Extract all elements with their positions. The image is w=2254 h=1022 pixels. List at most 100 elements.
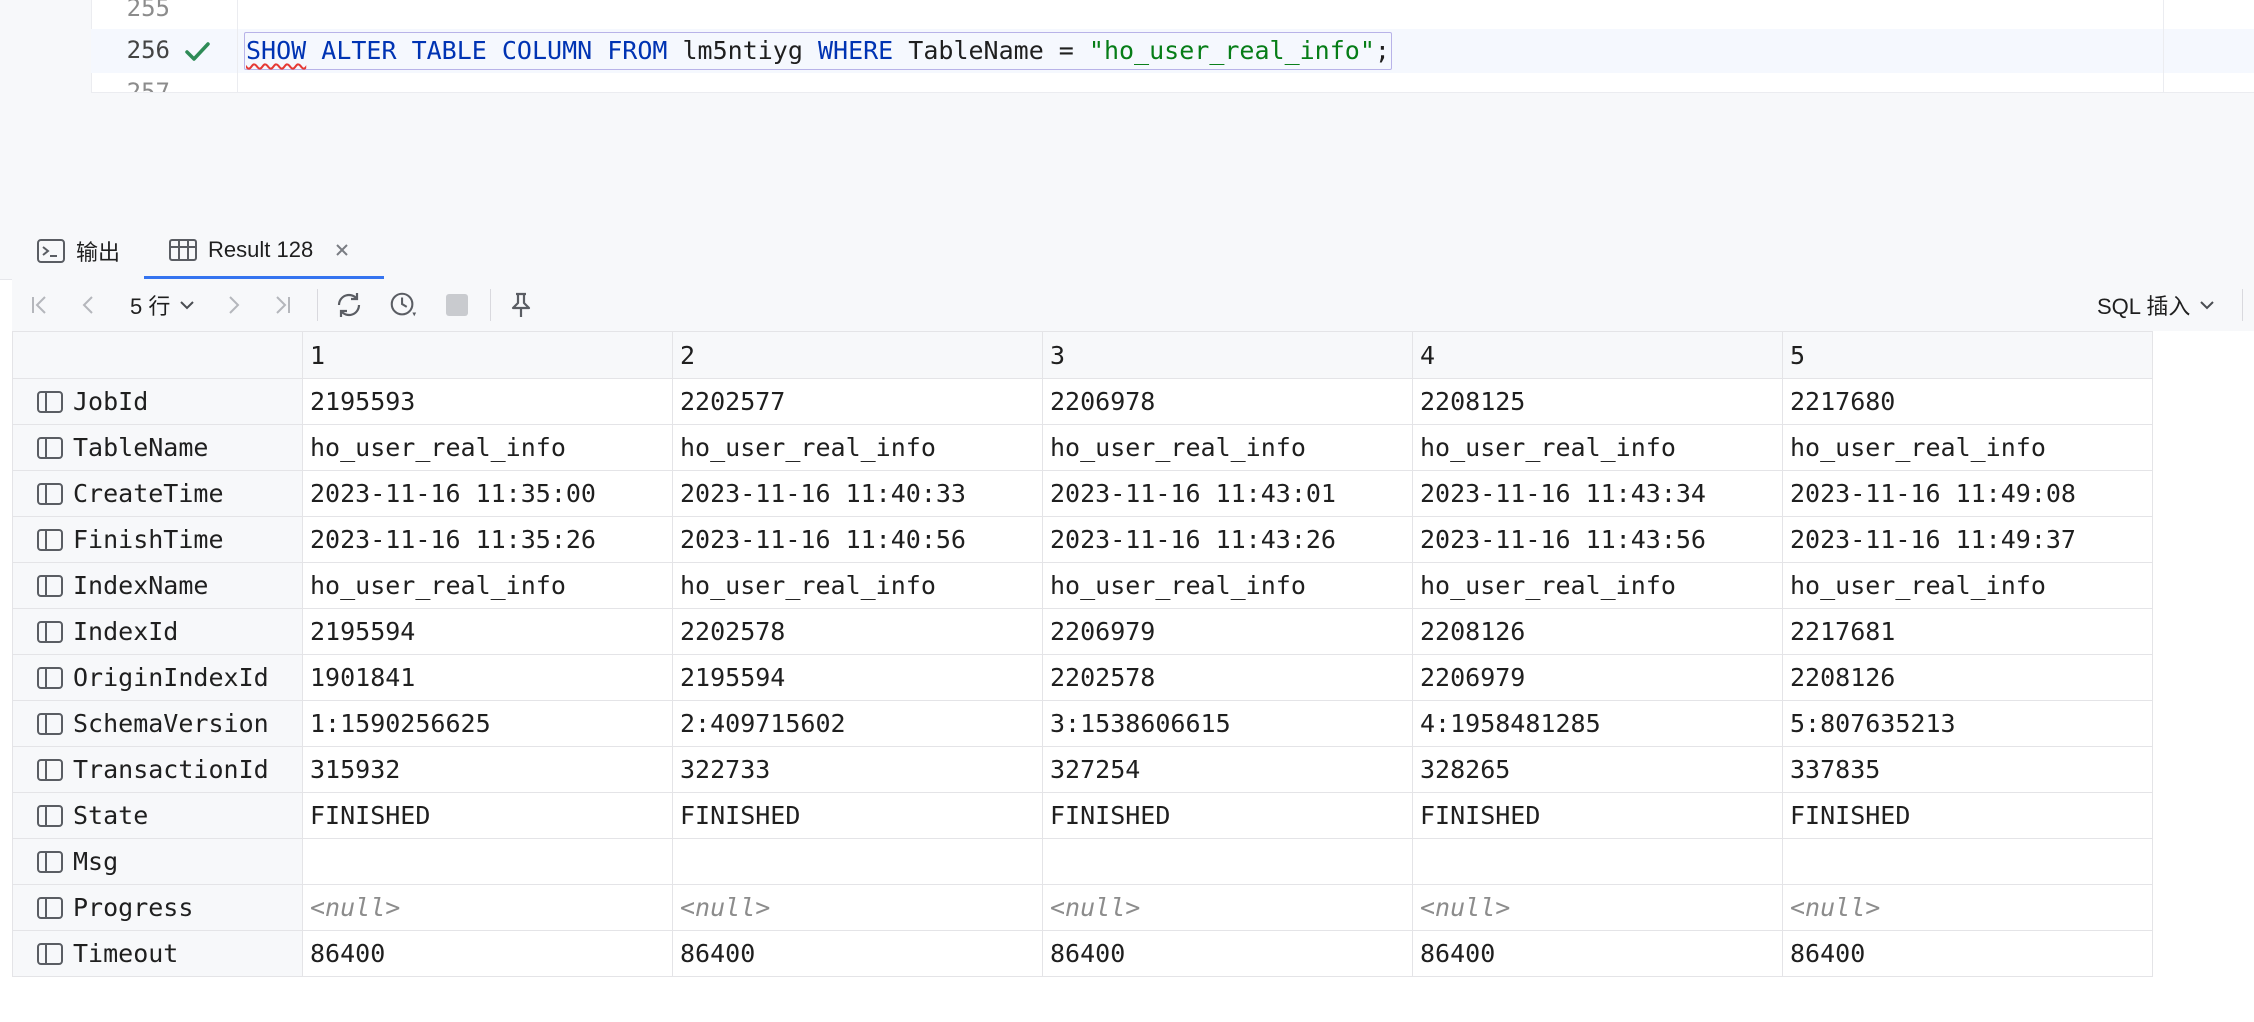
table-cell[interactable]: 2208125 — [1412, 378, 1783, 425]
table-cell[interactable]: ho_user_real_info — [1782, 562, 2153, 609]
table-cell[interactable]: 2208126 — [1412, 608, 1783, 655]
sql-editor[interactable]: 255 256 257 SHOW ALTER TABLE COLUMN FROM… — [0, 0, 2254, 142]
row-expand-icon[interactable] — [36, 434, 64, 462]
close-icon[interactable] — [331, 239, 353, 261]
table-cell[interactable]: 5:807635213 — [1782, 700, 2153, 747]
next-page-icon[interactable] — [218, 290, 248, 320]
table-cell[interactable]: ho_user_real_info — [1412, 562, 1783, 609]
table-cell[interactable]: FINISHED — [672, 792, 1043, 839]
stop-icon[interactable] — [442, 290, 472, 320]
table-cell[interactable]: 2023-11-16 11:40:56 — [672, 516, 1043, 563]
table-cell[interactable]: ho_user_real_info — [1782, 424, 2153, 471]
row-header[interactable]: TransactionId — [12, 746, 303, 793]
table-cell[interactable]: ho_user_real_info — [302, 424, 673, 471]
table-cell[interactable]: 1901841 — [302, 654, 673, 701]
row-expand-icon[interactable] — [36, 526, 64, 554]
table-cell[interactable]: ho_user_real_info — [672, 562, 1043, 609]
table-cell[interactable]: 2202578 — [1042, 654, 1413, 701]
table-cell[interactable]: 2202578 — [672, 608, 1043, 655]
table-cell[interactable]: FINISHED — [1782, 792, 2153, 839]
table-cell[interactable]: 86400 — [1412, 930, 1783, 977]
result-grid[interactable]: 12345 JobId 2195593 2202577 2206978 2208125 2… — [12, 331, 2254, 1022]
table-cell[interactable]: FINISHED — [1412, 792, 1783, 839]
row-header[interactable]: OriginIndexId — [12, 654, 303, 701]
tab-result[interactable]: Result 128 — [144, 223, 384, 279]
sql-statement[interactable]: SHOW ALTER TABLE COLUMN FROM lm5ntiyg WH… — [244, 32, 1392, 70]
table-cell[interactable]: 86400 — [1042, 930, 1413, 977]
row-header[interactable]: JobId — [12, 378, 303, 425]
table-cell[interactable] — [1782, 838, 2153, 885]
column-header[interactable]: 3 — [1042, 331, 1413, 379]
table-cell[interactable]: 2195593 — [302, 378, 673, 425]
table-cell[interactable]: 327254 — [1042, 746, 1413, 793]
column-header[interactable]: 1 — [302, 331, 673, 379]
table-cell[interactable]: ho_user_real_info — [1042, 562, 1413, 609]
table-cell[interactable]: 4:1958481285 — [1412, 700, 1783, 747]
table-cell[interactable]: 2023-11-16 11:43:26 — [1042, 516, 1413, 563]
row-expand-icon[interactable] — [36, 940, 64, 968]
table-cell[interactable]: 322733 — [672, 746, 1043, 793]
table-cell[interactable]: 2206979 — [1042, 608, 1413, 655]
row-expand-icon[interactable] — [36, 572, 64, 600]
table-cell[interactable]: 2023-11-16 11:43:56 — [1412, 516, 1783, 563]
table-cell[interactable]: 2023-11-16 11:49:08 — [1782, 470, 2153, 517]
table-cell[interactable]: <null> — [672, 884, 1043, 931]
pin-icon[interactable] — [506, 290, 536, 320]
row-expand-icon[interactable] — [36, 756, 64, 784]
row-header[interactable]: CreateTime — [12, 470, 303, 517]
row-expand-icon[interactable] — [36, 388, 64, 416]
row-header[interactable]: IndexId — [12, 608, 303, 655]
table-cell[interactable]: 2206978 — [1042, 378, 1413, 425]
row-header[interactable]: TableName — [12, 424, 303, 471]
table-cell[interactable]: 2208126 — [1782, 654, 2153, 701]
row-expand-icon[interactable] — [36, 848, 64, 876]
row-header[interactable]: Timeout — [12, 930, 303, 977]
row-header[interactable]: SchemaVersion — [12, 700, 303, 747]
table-cell[interactable]: 2023-11-16 11:43:34 — [1412, 470, 1783, 517]
row-expand-icon[interactable] — [36, 480, 64, 508]
history-icon[interactable] — [388, 290, 418, 320]
check-icon[interactable] — [182, 36, 212, 66]
table-cell[interactable]: <null> — [1412, 884, 1783, 931]
table-cell[interactable]: 315932 — [302, 746, 673, 793]
tab-output[interactable]: 输出 — [36, 223, 120, 279]
table-cell[interactable]: 86400 — [672, 930, 1043, 977]
table-cell[interactable]: 1:1590256625 — [302, 700, 673, 747]
table-cell[interactable]: 86400 — [1782, 930, 2153, 977]
table-cell[interactable] — [672, 838, 1043, 885]
table-cell[interactable]: ho_user_real_info — [1412, 424, 1783, 471]
table-cell[interactable]: 2023-11-16 11:35:00 — [302, 470, 673, 517]
table-cell[interactable]: 86400 — [302, 930, 673, 977]
table-cell[interactable]: 328265 — [1412, 746, 1783, 793]
last-page-icon[interactable] — [268, 290, 298, 320]
export-format-dropdown[interactable]: SQL 插入 — [2097, 279, 2216, 331]
row-expand-icon[interactable] — [36, 802, 64, 830]
table-cell[interactable]: 2202577 — [672, 378, 1043, 425]
table-cell[interactable]: 2:409715602 — [672, 700, 1043, 747]
refresh-icon[interactable] — [334, 290, 364, 320]
table-cell[interactable] — [1042, 838, 1413, 885]
row-expand-icon[interactable] — [36, 710, 64, 738]
row-expand-icon[interactable] — [36, 664, 64, 692]
row-header[interactable]: Progress — [12, 884, 303, 931]
prev-page-icon[interactable] — [74, 290, 104, 320]
row-expand-icon[interactable] — [36, 894, 64, 922]
table-cell[interactable]: 2217680 — [1782, 378, 2153, 425]
table-cell[interactable]: 2195594 — [302, 608, 673, 655]
table-cell[interactable]: ho_user_real_info — [1042, 424, 1413, 471]
table-cell[interactable]: 2023-11-16 11:49:37 — [1782, 516, 2153, 563]
table-cell[interactable]: 2023-11-16 11:40:33 — [672, 470, 1043, 517]
table-cell[interactable]: 2206979 — [1412, 654, 1783, 701]
table-cell[interactable]: 337835 — [1782, 746, 2153, 793]
table-cell[interactable]: FINISHED — [1042, 792, 1413, 839]
table-cell[interactable]: 2023-11-16 11:35:26 — [302, 516, 673, 563]
table-cell[interactable] — [302, 838, 673, 885]
table-cell[interactable]: <null> — [1782, 884, 2153, 931]
table-cell[interactable]: ho_user_real_info — [302, 562, 673, 609]
table-cell[interactable] — [1412, 838, 1783, 885]
column-header[interactable]: 2 — [672, 331, 1043, 379]
row-header[interactable]: State — [12, 792, 303, 839]
table-cell[interactable]: ho_user_real_info — [672, 424, 1043, 471]
table-cell[interactable]: 2195594 — [672, 654, 1043, 701]
row-expand-icon[interactable] — [36, 618, 64, 646]
